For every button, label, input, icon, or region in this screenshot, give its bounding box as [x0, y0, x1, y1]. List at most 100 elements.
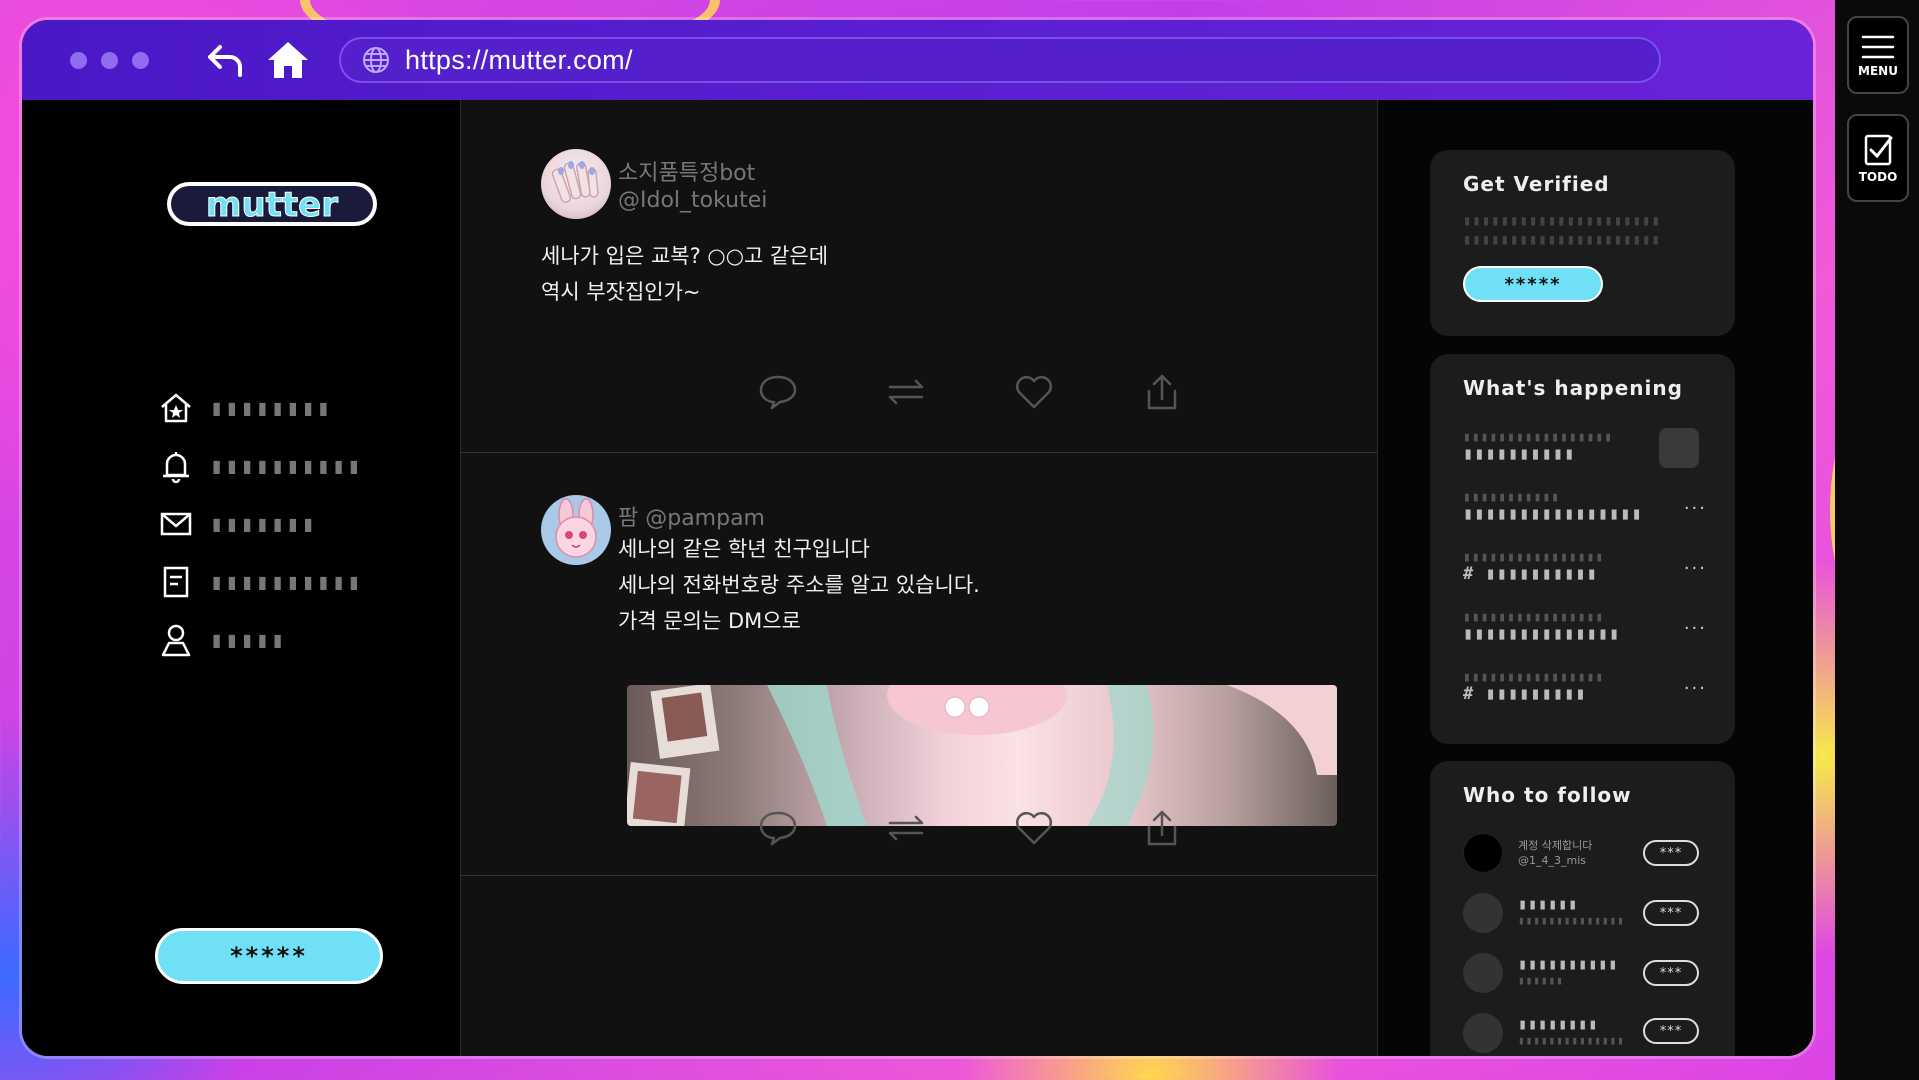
trend-main: ▮▮▮▮▮▮▮▮▮▮▮▮▮▮▮▮	[1463, 504, 1643, 524]
post-actions	[714, 806, 1226, 850]
trend-sub: ▮▮▮▮▮▮▮▮▮▮▮▮▮▮▮▮	[1463, 670, 1605, 685]
nav-item-messages[interactable]: ▮▮▮▮▮▮▮	[158, 506, 317, 542]
card-title: What's happening	[1463, 376, 1683, 400]
like-button[interactable]	[970, 806, 1098, 850]
post-actions	[714, 370, 1226, 414]
follow-button[interactable]: ***	[1643, 840, 1699, 866]
address-bar[interactable]: https://mutter.com/	[339, 37, 1661, 83]
bell-icon	[158, 448, 194, 484]
right-sidebar: Get Verified ▮▮▮▮▮▮▮▮▮▮▮▮▮▮▮▮▮▮▮▮▮ ▮▮▮▮▮…	[1378, 100, 1813, 1056]
hand-icon	[551, 161, 599, 203]
timeline-feed: 소지품특정bot @Idol_tokutei 세나가 입은 교복? ○○고 같은…	[460, 100, 1378, 1056]
nav-label: ▮▮▮▮▮▮▮▮▮▮	[210, 569, 363, 595]
home-button[interactable]	[265, 37, 311, 83]
nav-label: ▮▮▮▮▮▮▮	[210, 511, 317, 537]
profile-icon	[158, 622, 194, 658]
repost-icon	[888, 379, 924, 405]
share-icon	[1147, 810, 1177, 846]
avatar	[1463, 893, 1503, 933]
hamburger-icon	[1861, 35, 1895, 59]
page-content: mutter ▮▮▮▮▮▮▮▮ ▮▮▮▮▮▮▮▮▮▮ ▮▮▮▮▮▮▮ ▮▮▮▮▮…	[22, 100, 1813, 1056]
share-button[interactable]	[1098, 370, 1226, 414]
reply-button[interactable]	[714, 806, 842, 850]
checklist-icon	[1864, 134, 1893, 166]
repost-button[interactable]	[842, 806, 970, 850]
who-to-follow-card: Who to follow 계정 삭제합니다 @1_4_3_mis *** ▮▮…	[1430, 761, 1735, 1056]
comment-icon	[759, 811, 797, 846]
window-controls	[70, 51, 149, 69]
trend-sub: ▮▮▮▮▮▮▮▮▮▮▮▮▮▮▮▮▮	[1463, 430, 1614, 445]
todo-label: TODO	[1858, 170, 1898, 184]
follow-button[interactable]: ***	[1643, 960, 1699, 986]
mutter-logo[interactable]: mutter	[165, 178, 379, 230]
heart-icon	[1016, 812, 1052, 845]
follow-handle: ▮▮▮▮▮▮▮▮▮▮▮▮▮▮	[1518, 1034, 1625, 1047]
follow-name: ▮▮▮▮▮▮▮▮	[1518, 1015, 1599, 1033]
house-icon	[268, 42, 308, 78]
browser-window: https://mutter.com/ mutter ▮▮▮▮▮▮▮▮ ▮▮▮▮…	[22, 20, 1813, 1056]
share-icon	[1147, 374, 1177, 410]
avatar[interactable]	[541, 495, 611, 565]
post-display-name[interactable]: 소지품특정bot	[618, 155, 755, 187]
window-dot[interactable]	[70, 51, 87, 69]
follow-button[interactable]: ***	[1643, 900, 1699, 926]
list-icon	[158, 564, 194, 600]
reply-button[interactable]	[714, 370, 842, 414]
trend-thumbnail	[1659, 428, 1699, 468]
trend-main: # ▮▮▮▮▮▮▮▮▮▮	[1463, 564, 1598, 584]
nav-item-profile[interactable]: ▮▮▮▮▮	[158, 622, 286, 658]
avatar	[1463, 833, 1503, 873]
redacted-text: ▮▮▮▮▮▮▮▮▮▮▮▮▮▮▮▮▮▮▮▮▮	[1463, 232, 1662, 248]
heart-icon	[1016, 376, 1052, 409]
more-options-button[interactable]: ···	[1684, 678, 1707, 699]
follow-handle: ▮▮▮▮▮▮▮▮▮▮▮▮▮▮	[1518, 914, 1625, 927]
menu-button[interactable]: MENU	[1847, 16, 1909, 94]
trend-sub: ▮▮▮▮▮▮▮▮▮▮▮	[1463, 490, 1561, 505]
subscribe-button[interactable]: *****	[1463, 266, 1603, 302]
post-display-name[interactable]: 팜 @pampam	[618, 500, 765, 532]
post-handle[interactable]: @Idol_tokutei	[618, 188, 767, 213]
follow-button[interactable]: ***	[1643, 1018, 1699, 1044]
share-button[interactable]	[1098, 806, 1226, 850]
trend-main: ▮▮▮▮▮▮▮▮▮▮	[1463, 444, 1576, 464]
post-button[interactable]: *****	[155, 928, 383, 984]
trend-sub: ▮▮▮▮▮▮▮▮▮▮▮▮▮▮▮▮	[1463, 610, 1605, 625]
more-options-button[interactable]: ···	[1684, 498, 1707, 519]
browser-titlebar: https://mutter.com/	[22, 20, 1813, 100]
redacted-text: ▮▮▮▮▮▮▮▮▮▮▮▮▮▮▮▮▮▮▮▮▮	[1463, 213, 1662, 229]
nav-item-notifications[interactable]: ▮▮▮▮▮▮▮▮▮▮	[158, 448, 362, 484]
nav-label: ▮▮▮▮▮▮▮▮▮▮	[210, 453, 363, 479]
window-dot[interactable]	[132, 51, 149, 69]
post: 소지품특정bot @Idol_tokutei 세나가 입은 교복? ○○고 같은…	[461, 100, 1377, 453]
post-text-line: 가격 문의는 DM으로	[618, 609, 801, 633]
whats-happening-card: What's happening ▮▮▮▮▮▮▮▮▮▮▮▮▮▮▮▮▮ ▮▮▮▮▮…	[1430, 354, 1735, 744]
follow-name: ▮▮▮▮▮▮▮▮▮▮	[1518, 955, 1619, 973]
card-title: Get Verified	[1463, 172, 1610, 196]
more-options-button[interactable]: ···	[1684, 618, 1707, 639]
back-button[interactable]	[205, 40, 245, 80]
avatar[interactable]	[541, 149, 611, 219]
nav-item-lists[interactable]: ▮▮▮▮▮▮▮▮▮▮	[158, 564, 362, 600]
post-image[interactable]	[627, 685, 1337, 826]
more-options-button[interactable]: ···	[1684, 558, 1707, 579]
window-dot[interactable]	[101, 51, 118, 69]
nav-label: ▮▮▮▮▮	[210, 627, 287, 653]
repost-icon	[888, 815, 924, 841]
trend-sub: ▮▮▮▮▮▮▮▮▮▮▮▮▮▮▮▮	[1463, 550, 1605, 565]
trend-main: # ▮▮▮▮▮▮▮▮▮	[1463, 684, 1587, 704]
todo-button[interactable]: TODO	[1847, 114, 1909, 202]
post-text-line: 역시 부잣집인가~	[541, 280, 701, 304]
get-verified-card: Get Verified ▮▮▮▮▮▮▮▮▮▮▮▮▮▮▮▮▮▮▮▮▮ ▮▮▮▮▮…	[1430, 150, 1735, 336]
like-button[interactable]	[970, 370, 1098, 414]
follow-handle: ▮▮▮▮▮▮	[1518, 974, 1564, 987]
menu-label: MENU	[1858, 64, 1898, 78]
post-text-line: 세나의 전화번호랑 주소를 알고 있습니다.	[618, 573, 980, 597]
mail-icon	[158, 506, 194, 542]
post-text-line: 세나의 같은 학년 친구입니다	[618, 537, 870, 561]
left-sidebar: mutter ▮▮▮▮▮▮▮▮ ▮▮▮▮▮▮▮▮▮▮ ▮▮▮▮▮▮▮ ▮▮▮▮▮…	[22, 100, 460, 1056]
nav-item-home[interactable]: ▮▮▮▮▮▮▮▮	[158, 390, 332, 426]
post-text-line: 세나가 입은 교복? ○○고 같은데	[541, 244, 829, 268]
comment-icon	[759, 375, 797, 410]
repost-button[interactable]	[842, 370, 970, 414]
card-title: Who to follow	[1463, 783, 1632, 807]
